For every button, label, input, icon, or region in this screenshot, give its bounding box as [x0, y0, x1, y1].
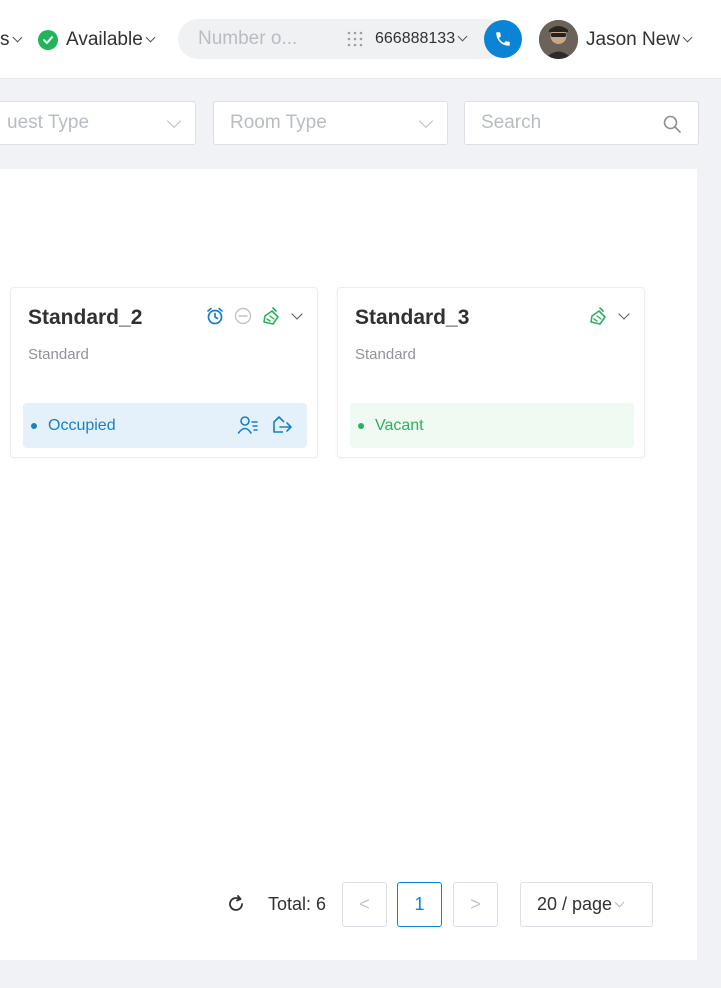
broom-icon[interactable] [588, 306, 610, 326]
status-actions [237, 415, 293, 435]
guest-type-placeholder: uest Type [7, 112, 90, 133]
room-status-occupied: Occupied [23, 403, 307, 448]
check-circle-icon [38, 29, 58, 50]
truncated-menu[interactable]: s [0, 0, 22, 79]
chevron-down-icon [12, 32, 22, 42]
alarm-clock-icon[interactable] [205, 306, 225, 326]
status-dot [31, 422, 37, 429]
chevron-down-icon [457, 31, 468, 42]
search-placeholder: Search [481, 112, 542, 133]
total-count: Total: 6 [268, 894, 327, 914]
checkout-icon[interactable] [271, 415, 293, 435]
room-card-icons [588, 306, 630, 326]
availability-label: Available [66, 28, 143, 50]
room-name: Standard_2 [28, 306, 143, 329]
availability-dropdown[interactable]: Available [38, 0, 156, 79]
room-type: Standard [355, 346, 416, 363]
chevron-down-icon [614, 897, 625, 907]
room-card[interactable]: Standard_2 Standard Occupied [10, 287, 318, 458]
user-avatar[interactable] [539, 20, 578, 59]
dialpad-icon[interactable] [346, 30, 364, 48]
user-menu[interactable]: Jason New [586, 0, 693, 79]
next-page-button[interactable]: > [453, 882, 498, 927]
room-status-vacant: Vacant [350, 403, 634, 448]
chevron-down-icon[interactable] [291, 307, 303, 320]
room-status-label: Occupied [48, 416, 116, 434]
chevron-down-icon [418, 113, 434, 129]
status-dot [358, 422, 364, 429]
user-name: Jason New [586, 28, 680, 50]
avatar-image [539, 20, 578, 59]
call-button[interactable] [484, 20, 522, 58]
chevron-down-icon [145, 32, 156, 42]
room-type-placeholder: Room Type [230, 112, 327, 133]
search-icon[interactable] [662, 114, 682, 134]
chevron-down-icon[interactable] [618, 307, 630, 320]
refresh-icon[interactable] [226, 894, 246, 914]
page-size-select[interactable]: 20 / page [520, 882, 653, 927]
do-not-disturb-icon[interactable] [233, 306, 253, 326]
chevron-down-icon [682, 32, 693, 42]
guest-list-icon[interactable] [237, 415, 259, 435]
caller-id-number: 666888133 [375, 30, 456, 47]
caller-id-dropdown[interactable]: 666888133 [375, 19, 468, 59]
guest-type-select[interactable]: uest Type [0, 101, 196, 145]
room-type: Standard [28, 346, 89, 363]
page-1-button[interactable]: 1 [397, 882, 442, 927]
room-name: Standard_3 [355, 306, 470, 329]
chevron-down-icon [166, 113, 182, 129]
room-card[interactable]: Standard_3 Standard Vacant [337, 287, 645, 458]
phone-icon [496, 32, 510, 46]
search-input[interactable]: Search [464, 101, 699, 145]
room-type-select[interactable]: Room Type [213, 101, 448, 145]
top-header: s Available Number o... 666888133 Jason … [0, 0, 721, 79]
prev-page-button[interactable]: < [342, 882, 387, 927]
room-status-label: Vacant [375, 416, 424, 434]
dial-input-group: Number o... 666888133 [178, 19, 508, 59]
dial-number-input[interactable]: Number o... [198, 19, 297, 59]
room-card-icons [205, 306, 303, 326]
page-size-label: 20 / page [537, 894, 613, 914]
broom-icon[interactable] [261, 306, 283, 326]
truncated-menu-label: s [0, 28, 10, 50]
